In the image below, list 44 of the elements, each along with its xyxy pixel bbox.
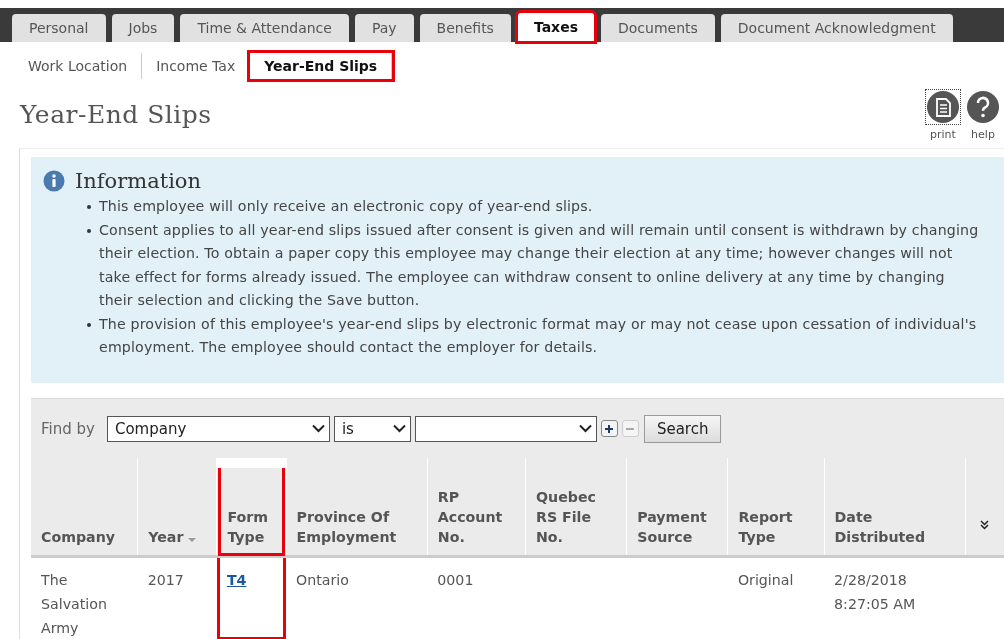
dropdown[interactable]: is [333, 415, 411, 442]
find-by-label: Find by [41, 419, 95, 438]
page-title: Year-End Slips [20, 100, 212, 129]
search-button[interactable]: Search [643, 414, 722, 443]
form-link[interactable]: T4 [226, 572, 247, 588]
tab[interactable]: Personal [12, 14, 106, 42]
help-icon[interactable] [966, 90, 1000, 124]
dropdown[interactable] [414, 415, 597, 442]
information-text: The provision of this employee's year-end slips by electronic format may or may not cease upon cessation of individual's employment. The employee should contact the employer for details. [99, 314, 978, 357]
column-header[interactable]: Company [41, 527, 116, 547]
table-cell: 0001 [437, 572, 474, 588]
tab[interactable]: Time & Attendance [180, 14, 349, 42]
chevron-icon [392, 424, 406, 433]
help-label: help [971, 128, 995, 141]
information-text: Consent applies to all year-end slips issued after consent is given and will remain until consent is withdrawn by changing their election. To obtain a paper copy this employee may change their election at any time; however changes will not take effect for forms already issued. The employee can withdraw consent to online delivery at any time by changing their selection and clicking the Save button. [99, 220, 980, 310]
info-icon [43, 170, 65, 192]
tab[interactable]: Pay [354, 14, 414, 42]
tab[interactable]: Benefits [419, 14, 511, 42]
column-header[interactable]: Year [148, 527, 184, 547]
table-cell: Ontario [296, 572, 349, 588]
add-button[interactable] [600, 420, 618, 437]
dropdown[interactable]: Company [106, 415, 330, 442]
information-title: Information [75, 169, 202, 193]
tab[interactable]: Jobs [111, 14, 175, 42]
subtab[interactable]: Work Location [14, 53, 143, 79]
tab[interactable]: Documents [601, 14, 715, 42]
tab[interactable]: Taxes [516, 12, 595, 42]
table-cell: Original [737, 572, 794, 588]
bullet-icon [87, 228, 91, 233]
bullet-icon [87, 205, 91, 209]
information-text: This employee will only receive an electronic copy of year-end slips. [99, 197, 593, 216]
print-label: print [930, 128, 956, 141]
table-cell: 2017 [147, 572, 184, 588]
plus-icon [603, 422, 616, 435]
bullet-icon [87, 322, 91, 327]
chevron-icon [311, 424, 325, 433]
chevron-icon [578, 424, 592, 433]
table-cell: The Salvation Army [41, 572, 107, 636]
subtab[interactable]: Year-End Slips [250, 53, 393, 79]
subtab[interactable]: Income Tax [142, 53, 251, 79]
table-cell: 2/28/2018 8:27:05 AM [834, 572, 916, 612]
print-icon[interactable] [926, 90, 960, 124]
expand-icon [980, 520, 990, 530]
tab[interactable]: Document Acknowledgment [720, 14, 953, 42]
